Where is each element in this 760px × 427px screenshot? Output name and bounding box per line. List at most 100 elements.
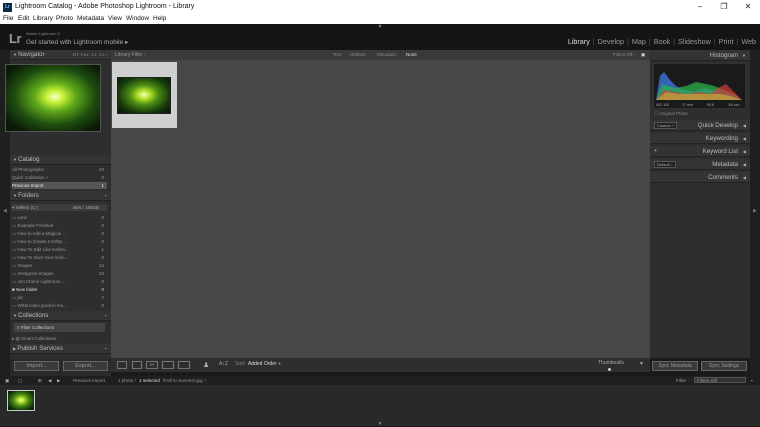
histogram-header[interactable]: Histogram ▼	[650, 50, 750, 61]
zoom-fit[interactable]: FIT	[73, 52, 79, 57]
folder-item[interactable]: ▭ What looks good in Ins... 0	[12, 302, 107, 309]
menu-photo[interactable]: Photo	[56, 15, 73, 22]
menu-view[interactable]: View	[108, 15, 122, 22]
painter-icon[interactable]: ♟	[203, 361, 209, 369]
filmstrip-source[interactable]: Previous Import	[73, 378, 105, 383]
maximize-icon[interactable]: ❐	[716, 2, 732, 13]
filter-metadata[interactable]: Metadata	[377, 52, 396, 57]
export-button[interactable]: Export...	[63, 361, 108, 371]
add-collection-icon[interactable]: +	[105, 311, 107, 321]
folder-item[interactable]: ▭ Instagram Images 23	[12, 270, 107, 277]
add-keyword-icon[interactable]: +	[654, 146, 657, 157]
folder-item[interactable]: ▭ How to Add a Magical ... 0	[12, 230, 107, 237]
menu-file[interactable]: File	[3, 15, 13, 22]
grid-view[interactable]	[111, 50, 650, 358]
menu-library[interactable]: Library	[33, 15, 53, 22]
folders-header[interactable]: ▼ Folders +	[10, 191, 111, 201]
people-view-icon[interactable]	[178, 361, 190, 369]
metadata-expand-icon[interactable]: ◀	[743, 159, 746, 170]
metadata-header[interactable]: Default ÷ Metadata ◀	[650, 159, 750, 170]
right-panel-toggle[interactable]: ▶	[750, 50, 760, 376]
folder-item[interactable]: ▭ pic 2	[12, 294, 107, 301]
module-library[interactable]: Library	[568, 37, 590, 46]
grid-icon[interactable]: ⊞	[38, 378, 42, 384]
folder-item[interactable]: ▭ How To Give Your Archi... 0	[12, 254, 107, 261]
folder-item[interactable]: ▭ How To Edit Like Kalina... 1	[12, 246, 107, 253]
module-web[interactable]: Web	[741, 37, 756, 46]
minimize-icon[interactable]: –	[692, 2, 708, 13]
sort-select[interactable]: Added Order ÷	[248, 361, 281, 369]
folder-item[interactable]: ▭ Lenz 0	[12, 214, 107, 221]
folder-item[interactable]: ■ New folder 0	[12, 286, 107, 293]
comments-expand-icon[interactable]: ◀	[743, 172, 746, 183]
filter-switch-icon[interactable]: ▪	[751, 378, 753, 383]
volume-row[interactable]: ▾ Seflest (C:) 46/6 / 165GB	[12, 204, 107, 211]
keyword-list-expand-icon[interactable]: ◀	[743, 146, 746, 157]
menu-window[interactable]: Window	[126, 15, 149, 22]
catalog-header[interactable]: ▼ Catalog	[10, 155, 111, 165]
collapse-left-icon[interactable]: ◀	[3, 208, 7, 214]
filter-attribute[interactable]: Attribute	[349, 52, 366, 57]
import-button[interactable]: Import...	[14, 361, 59, 371]
navigator-preview[interactable]	[5, 64, 101, 132]
menu-help[interactable]: Help	[153, 15, 166, 22]
keyword-list-header[interactable]: + Keyword List ◀	[650, 146, 750, 157]
file-name[interactable]: /Fall to Summer.jpg ÷	[163, 378, 206, 383]
folder-item[interactable]: ▭ Jon Cherin Lightroom ... 0	[12, 278, 107, 285]
close-icon[interactable]: ✕	[740, 2, 756, 13]
main-window-icon[interactable]: ▣	[5, 378, 9, 384]
zoom-3to1[interactable]: 3:1 ÷	[99, 52, 108, 57]
loupe-view-icon[interactable]	[132, 361, 142, 369]
second-window-icon[interactable]: ▢	[18, 378, 22, 384]
quick-develop-expand-icon[interactable]: ◀	[743, 120, 746, 131]
add-folder-icon[interactable]: +	[105, 191, 107, 201]
quick-develop-header[interactable]: Custom ÷ Quick Develop ◀	[650, 120, 750, 131]
module-develop[interactable]: Develop	[598, 37, 624, 46]
navigator-header[interactable]: ▼ Navigator FIT FILL 1:1 3:1 ÷	[10, 50, 111, 60]
collapse-bottom-icon[interactable]: ▼	[376, 421, 384, 427]
catalog-all-photographs[interactable]: All Photographs 40	[12, 166, 107, 173]
thumbnail-size-slider[interactable]	[608, 368, 611, 371]
publish-header[interactable]: ▶ Publish Services +	[10, 344, 111, 354]
collapse-right-icon[interactable]: ▶	[753, 208, 757, 214]
histogram-collapse-icon[interactable]: ▼	[742, 50, 746, 61]
filter-text[interactable]: Text	[333, 52, 341, 57]
filmstrip-thumbnail[interactable]	[7, 390, 35, 411]
module-print[interactable]: Print	[719, 37, 734, 46]
folder-item[interactable]: ▭ Example Finished 0	[12, 222, 107, 229]
module-book[interactable]: Book	[654, 37, 670, 46]
filter-collections-input[interactable]: ⌕ Filter Collections	[14, 323, 105, 332]
metadata-preset-select[interactable]: Default ÷	[654, 161, 676, 168]
forward-icon[interactable]: ▶	[57, 378, 61, 384]
histogram-chart[interactable]: ISO 100 17 mm f/5.6 1/8 sec	[653, 63, 746, 109]
lock-icon[interactable]: ▣	[641, 52, 645, 58]
keywording-header[interactable]: Keywording ◀	[650, 133, 750, 144]
sync-settings-button[interactable]: Sync Settings	[701, 361, 747, 371]
grid-view-icon[interactable]	[117, 361, 127, 369]
survey-view-icon[interactable]	[162, 361, 174, 369]
compare-view-icon[interactable]: XY	[146, 361, 158, 369]
custom-filter-select[interactable]: Filters Off ÷	[613, 52, 636, 57]
sort-direction-icon[interactable]: A↕Z	[219, 361, 228, 369]
keywording-expand-icon[interactable]: ◀	[743, 133, 746, 144]
smart-collections-item[interactable]: ▸ ▤ Smart Collections	[12, 335, 107, 342]
folder-item[interactable]: ▭ How to Create a Gritty ... 0	[12, 238, 107, 245]
module-slideshow[interactable]: Slideshow	[678, 37, 711, 46]
folder-item[interactable]: ▭ Images 12	[12, 262, 107, 269]
filter-select[interactable]: Filters Off	[694, 377, 746, 383]
toolbar-menu-icon[interactable]: ▼	[639, 361, 644, 369]
photo-thumbnail[interactable]	[117, 77, 171, 114]
zoom-fill[interactable]: FILL	[81, 52, 89, 57]
module-map[interactable]: Map	[632, 37, 646, 46]
menu-metadata[interactable]: Metadata	[77, 15, 104, 22]
catalog-quick-collection[interactable]: Quick Collection + 0	[12, 174, 107, 181]
original-photo-checkbox[interactable]: ☐ Original Photo	[654, 111, 688, 117]
zoom-1to1[interactable]: 1:1	[91, 52, 97, 57]
sync-metadata-button[interactable]: Sync Metadata	[652, 361, 698, 371]
comments-header[interactable]: Comments ◀	[650, 172, 750, 183]
catalog-previous-import[interactable]: Previous Import 1	[12, 182, 107, 189]
collapse-top-icon[interactable]: ▲	[376, 24, 384, 29]
saved-preset-select[interactable]: Custom ÷	[654, 122, 678, 129]
back-icon[interactable]: ◀	[48, 378, 52, 384]
filter-none[interactable]: None	[406, 52, 417, 57]
